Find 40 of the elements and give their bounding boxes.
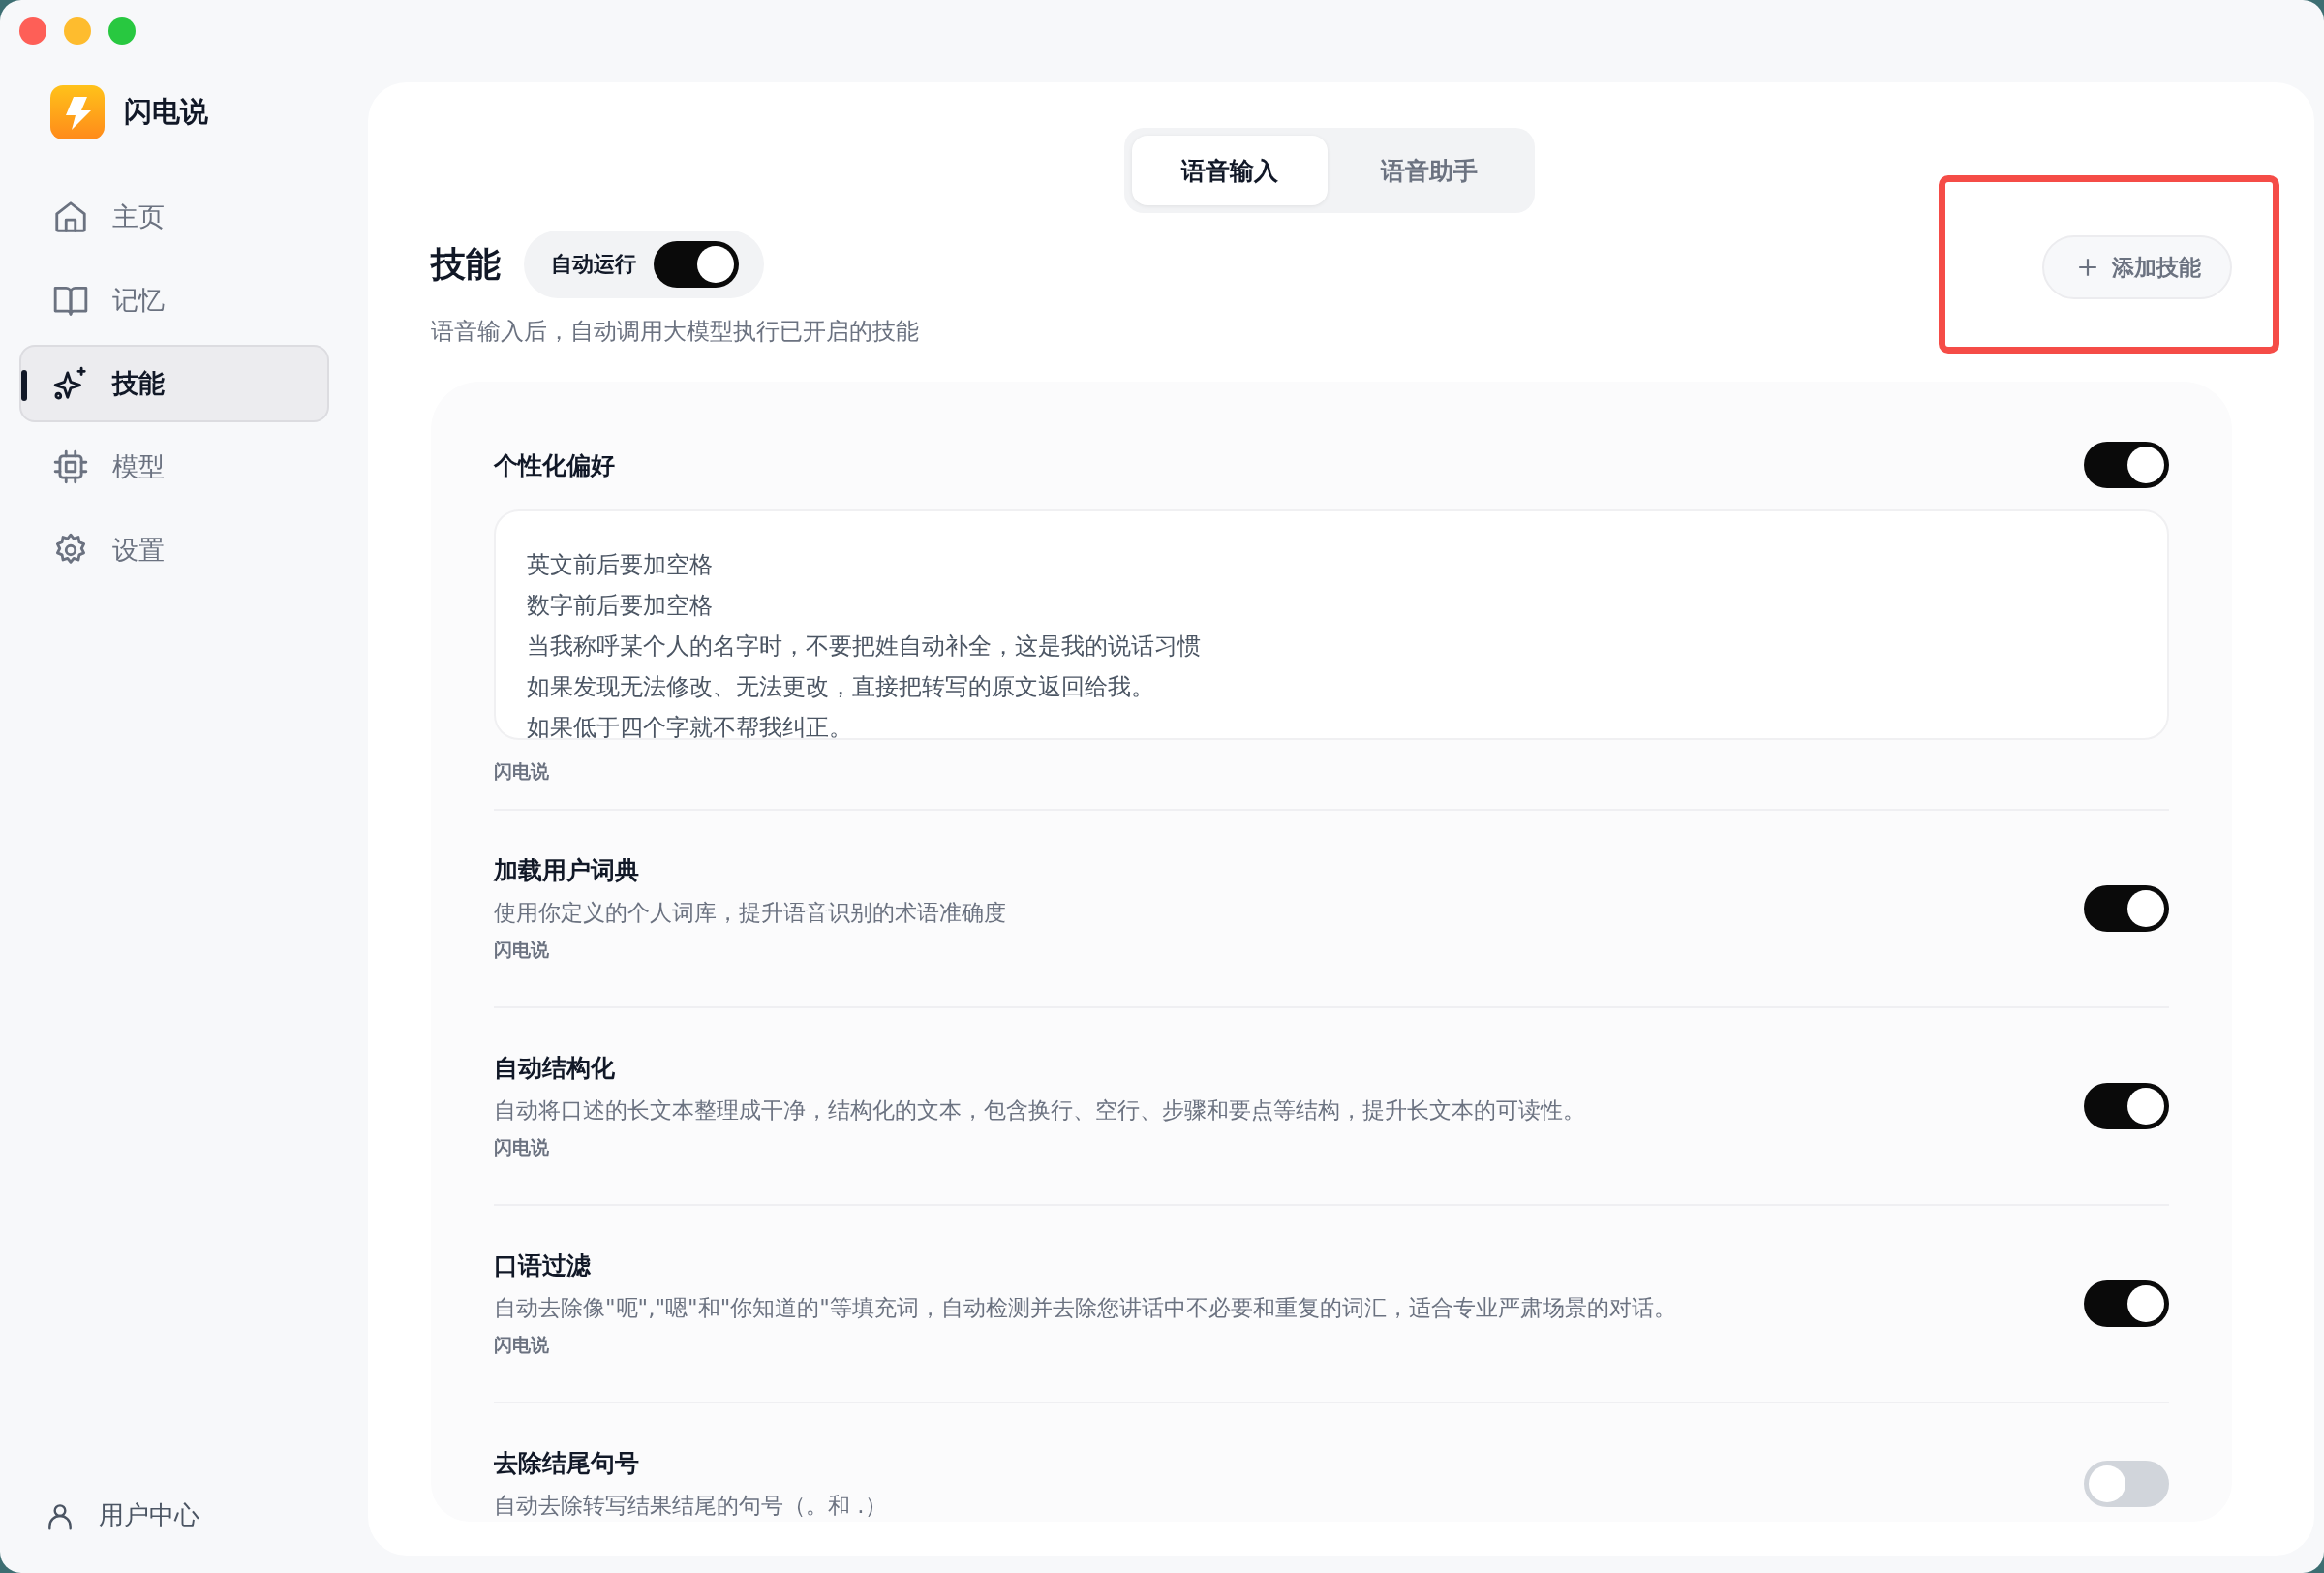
nav-item[interactable]: 记忆: [19, 262, 329, 339]
skill-description: 自动将口述的长文本整理成干净，结构化的文本，包含换行、空行、步骤和要点等结构，提升长文本的可读性。: [494, 1096, 1585, 1125]
skill-source: 闪电说: [494, 1135, 550, 1159]
app-name: 闪电说: [124, 94, 208, 130]
skill-description: 自动去除转写结果结尾的句号（。和 .）: [494, 1492, 887, 1520]
active-indicator: [21, 370, 27, 401]
skill-title: 口语过滤: [494, 1250, 592, 1281]
close-window-button[interactable]: [19, 17, 46, 45]
nav-item[interactable]: 设置: [19, 511, 329, 589]
skill-source: 闪电说: [494, 1333, 550, 1357]
skill-title: 加载用户词典: [494, 855, 640, 886]
skill-toggle[interactable]: [2084, 1083, 2169, 1129]
skill-title: 自动结构化: [494, 1053, 616, 1084]
sparkle-icon: [52, 365, 89, 402]
skill-source: 闪电说: [494, 938, 550, 962]
page-title: 技能: [431, 242, 501, 286]
auto-run-label: 自动运行: [551, 251, 636, 278]
skill-toggle[interactable]: [2084, 442, 2169, 488]
skill-title: 去除结尾句号: [494, 1448, 640, 1479]
skill-source: 闪电说: [494, 759, 550, 784]
tab[interactable]: 语音助手: [1330, 136, 1527, 205]
skill-toggle[interactable]: [2084, 1461, 2169, 1507]
nav-item[interactable]: 模型: [19, 428, 329, 506]
preference-text-field[interactable]: 英文前后要加空格 数字前后要加空格 当我称呼某个人的名字时，不要把姓自动补全，这是我的说话习惯 如果发现无法修改、无法更改，直接把转写的原文返回给我。 如果低于四个字就不帮我纠正。: [494, 509, 2169, 740]
home-icon: [52, 199, 89, 235]
lightning-logo-icon: [50, 85, 105, 139]
plus-icon: [2077, 257, 2098, 278]
nav-item[interactable]: 技能: [19, 345, 329, 422]
auto-run-toggle[interactable]: [654, 241, 739, 288]
skill-toggle[interactable]: [2084, 1280, 2169, 1327]
nav-item[interactable]: 主页: [19, 178, 329, 256]
skill-toggle[interactable]: [2084, 885, 2169, 932]
user-center-link[interactable]: 用户中心: [19, 1498, 329, 1573]
skill-description: 自动去除像"呃","嗯"和"你知道的"等填充词，自动检测并去除您讲话中不必要和重复的词汇，适合专业严肃场景的对话。: [494, 1294, 1676, 1322]
tab[interactable]: 语音输入: [1131, 136, 1328, 205]
skill-title: 个性化偏好: [494, 449, 615, 481]
skill-description: 使用你定义的个人词库，提升语音识别的术语准确度: [494, 899, 1006, 927]
page-subtitle: 语音输入后，自动调用大模型执行已开启的技能: [431, 317, 919, 347]
add-skill-button[interactable]: 添加技能: [2042, 235, 2232, 299]
chip-icon: [52, 448, 89, 485]
